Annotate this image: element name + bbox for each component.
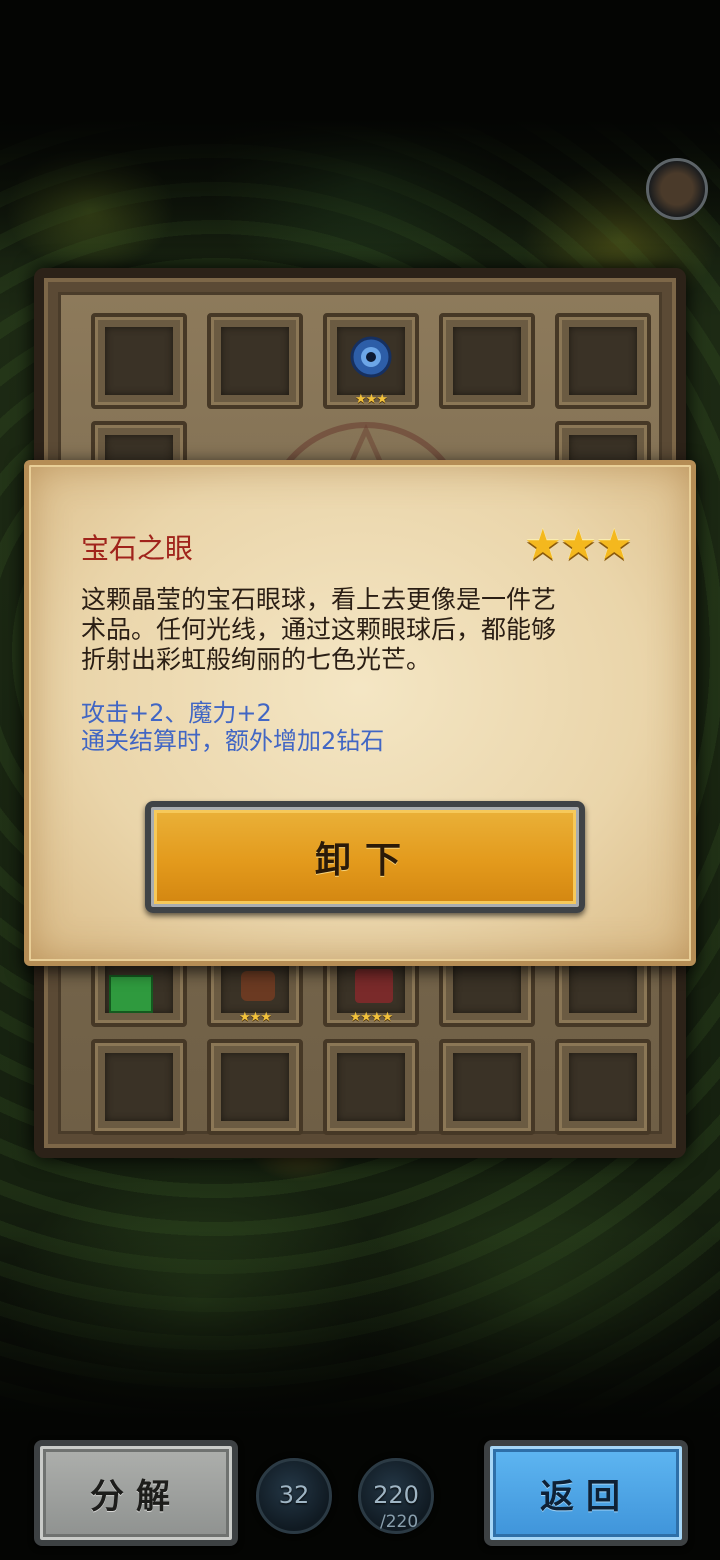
green-box-icon [109,975,153,1013]
inventory-slot[interactable] [323,1039,419,1135]
gem-eye-icon [350,336,392,378]
inventory-slot[interactable] [439,313,535,409]
item-name: 宝石之眼 [81,532,194,565]
crossbow-icon [453,327,521,395]
boot-icon [241,971,275,1001]
bag-icon[interactable] [646,158,708,220]
item-detail-popup: 宝石之眼 ★★★ 这颗晶莹的宝石眼球，看上去更像是一件艺 术品。任何光线，通过这… [24,460,696,966]
inventory-slot[interactable] [207,1039,303,1135]
armor-icon [355,969,393,1003]
description-line: 术品。任何光线，通过这颗眼球后，都能够 [81,615,557,644]
return-button[interactable]: 返回 [484,1440,688,1546]
description-line: 这颗晶莹的宝石眼球，看上去更像是一件艺 [81,585,557,614]
decompose-button[interactable]: 分解 [34,1440,238,1546]
scroll-icon [105,327,173,395]
glove-icon [221,327,289,395]
item-star-rating: ★★★ [524,520,633,569]
item-stats: 攻击+2、魔力+2 通关结算时，额外增加2钻石 [81,699,384,755]
item-description: 这颗晶莹的宝石眼球，看上去更像是一件艺 术品。任何光线，通过这颗眼球后，都能够 … [81,585,651,675]
unequip-button[interactable]: 卸下 [145,801,585,913]
stat-line: 通关结算时，额外增加2钻石 [81,727,385,755]
resource-b-cap: /220 [380,1512,419,1532]
description-line: 折射出彩虹般绚丽的七色光芒。 [81,645,432,674]
slot-star-rating: ★★★ [355,392,388,407]
inventory-slot[interactable] [555,313,651,409]
inventory-slot[interactable] [439,1039,535,1135]
inventory-slot[interactable] [555,1039,651,1135]
inventory-slot[interactable] [91,1039,187,1135]
resource-orb-a: 32 [256,1458,332,1534]
inventory-slot[interactable] [207,313,303,409]
amulet-icon [569,327,637,395]
stat-line: 攻击+2、魔力+2 [81,699,272,727]
resource-a-value: 32 [278,1481,310,1509]
slot-star-rating: ★★★★ [349,1010,394,1025]
inventory-slot[interactable] [91,313,187,409]
resource-b-value: 220 [373,1481,419,1509]
inventory-slot-gem-eye[interactable]: ★★★ [323,313,419,409]
slot-star-rating: ★★★ [239,1010,272,1025]
